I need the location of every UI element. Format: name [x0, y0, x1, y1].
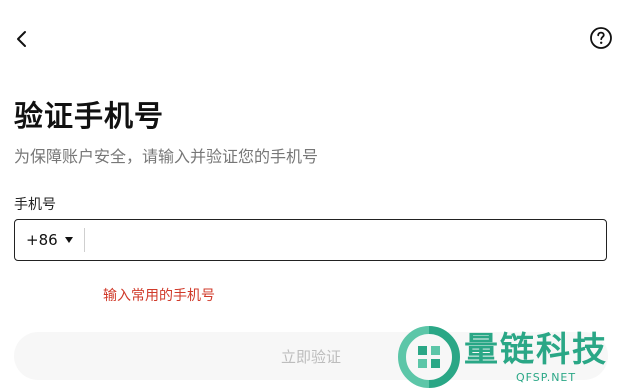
question-circle-icon [590, 27, 612, 49]
verify-now-button[interactable]: 立即验证 [14, 332, 608, 380]
phone-number-input[interactable] [84, 219, 606, 261]
page-subtitle: 为保障账户安全，请输入并验证您的手机号 [14, 147, 319, 166]
phone-error-message: 输入常用的手机号 [103, 288, 215, 304]
phone-field-label: 手机号 [14, 197, 56, 213]
back-button[interactable] [12, 26, 34, 52]
phone-input-group: +86 [14, 219, 607, 261]
help-button[interactable] [589, 26, 613, 50]
caret-down-icon [64, 237, 73, 243]
verify-phone-page: 验证手机号 为保障账户安全，请输入并验证您的手机号 手机号 +86 输入常用的手… [0, 0, 621, 390]
country-code-value: +86 [26, 231, 58, 249]
page-title: 验证手机号 [14, 99, 165, 133]
chevron-left-icon [17, 31, 26, 47]
country-code-selector[interactable]: +86 [15, 220, 73, 260]
